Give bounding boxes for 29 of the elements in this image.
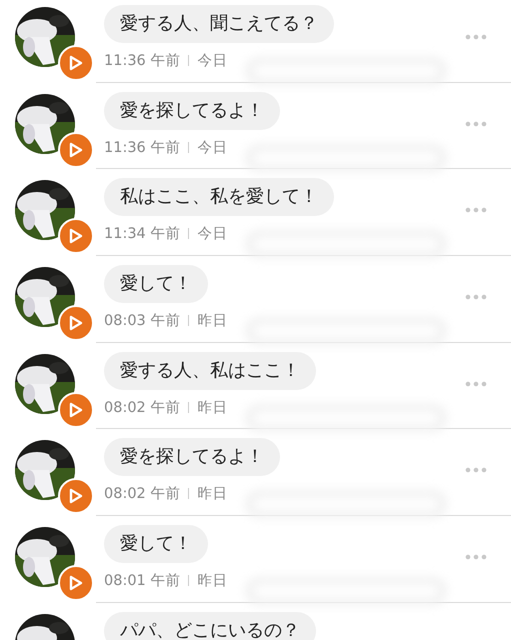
message-day: 今日 <box>197 51 228 70</box>
play-icon <box>69 402 83 418</box>
play-icon <box>69 575 83 592</box>
message-day: 昨日 <box>197 571 228 590</box>
play-icon <box>69 55 83 71</box>
message-bubble: 愛して！ <box>104 265 208 304</box>
play-icon <box>69 228 83 244</box>
message-day: 今日 <box>197 224 228 244</box>
message-bubble: 愛する人、私はここ！ <box>104 352 316 390</box>
message-time: 11:34 午前 <box>104 225 180 244</box>
message-time: 11:36 午前 <box>104 138 180 157</box>
message-day: 今日 <box>197 138 228 157</box>
play-icon <box>69 315 83 332</box>
message-time: 08:02 午前 <box>104 485 180 504</box>
message-bubble: 愛して！ <box>104 525 208 564</box>
message-day: 昨日 <box>197 484 228 504</box>
message-time: 08:02 午前 <box>104 398 180 417</box>
message-time: 11:36 午前 <box>104 52 180 70</box>
message-bubble: 愛する人、聞こえてる？ <box>104 5 334 43</box>
message-bubble: 愛を探してるよ！ <box>104 438 280 476</box>
play-icon <box>69 142 83 158</box>
message-time: 08:01 午前 <box>104 572 180 590</box>
play-icon <box>69 488 83 504</box>
message-bubble: 私はここ、私を愛して！ <box>104 178 334 216</box>
message-day: 昨日 <box>197 311 228 330</box>
message-day: 昨日 <box>197 398 228 417</box>
message-bubble: パパ、どこにいるの？ <box>104 612 316 640</box>
message-time: 08:03 午前 <box>104 312 180 330</box>
message-bubble: 愛を探してるよ！ <box>104 92 280 130</box>
